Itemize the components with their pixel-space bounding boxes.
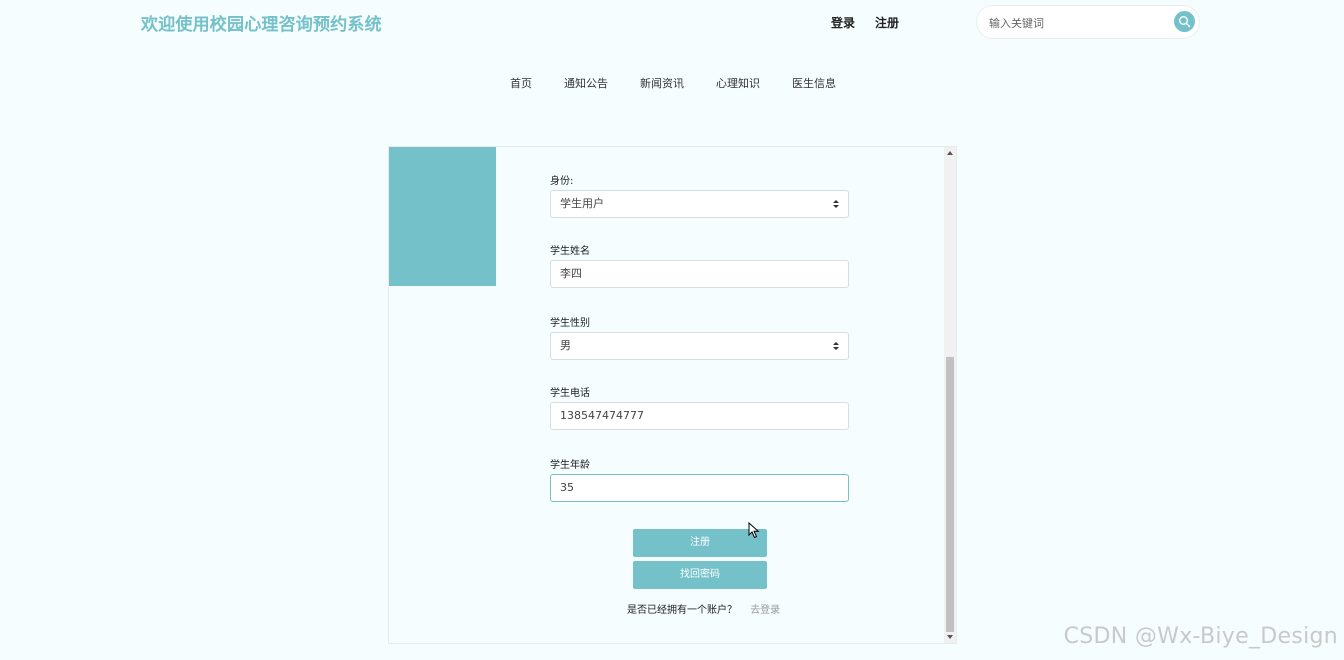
site-title: 欢迎使用校园心理咨询预约系统 <box>141 15 382 35</box>
identity-label: 身份: <box>550 176 574 187</box>
login-link[interactable]: 登录 <box>831 14 855 31</box>
register-form-panel: 身份: 学生用户 学生姓名 李四 学生性别 男 学生电话 13854747477… <box>388 146 957 644</box>
mouse-cursor-icon <box>748 522 760 539</box>
gender-select[interactable]: 男 <box>550 332 849 360</box>
name-input-value: 李四 <box>560 267 582 280</box>
nav-item-notices[interactable]: 通知公告 <box>564 75 608 91</box>
nav-item-news[interactable]: 新闻资讯 <box>640 75 684 91</box>
phone-input[interactable]: 138547474777 <box>550 402 849 430</box>
watermark: CSDN @Wx-Biye_Design <box>1063 624 1338 649</box>
go-login-link[interactable]: 去登录 <box>750 605 780 616</box>
scroll-down-arrow[interactable] <box>944 631 956 643</box>
name-label: 学生姓名 <box>550 246 590 257</box>
login-hint: 是否已经拥有一个账户？ 去登录 <box>627 601 780 616</box>
identity-select[interactable]: 学生用户 <box>550 190 849 218</box>
recover-password-button[interactable]: 找回密码 <box>633 561 767 589</box>
age-input-value: 35 <box>560 481 574 494</box>
search-icon <box>1179 16 1191 28</box>
search-input[interactable] <box>987 6 1171 40</box>
identity-select-value: 学生用户 <box>560 197 604 210</box>
search-button[interactable] <box>1174 11 1195 32</box>
search-box <box>976 5 1200 40</box>
register-button[interactable]: 注册 <box>633 529 767 557</box>
select-arrows-icon <box>833 200 839 209</box>
select-arrows-icon <box>833 342 839 351</box>
register-link[interactable]: 注册 <box>875 14 899 31</box>
age-label: 学生年龄 <box>550 460 590 471</box>
scrollbar-thumb[interactable] <box>946 357 954 632</box>
phone-label: 学生电话 <box>550 388 590 399</box>
nav-item-psych-knowledge[interactable]: 心理知识 <box>716 75 760 91</box>
scroll-up-arrow[interactable] <box>944 147 956 159</box>
main-nav: 首页 通知公告 新闻资讯 心理知识 医生信息 <box>510 75 836 91</box>
side-decoration-block <box>389 147 496 286</box>
nav-item-doctor-info[interactable]: 医生信息 <box>792 75 836 91</box>
login-question-text: 是否已经拥有一个账户？ <box>627 605 737 616</box>
age-input[interactable]: 35 <box>550 474 849 502</box>
gender-label: 学生性别 <box>550 318 590 329</box>
vertical-scrollbar[interactable] <box>944 147 956 643</box>
nav-item-home[interactable]: 首页 <box>510 75 532 91</box>
auth-links: 登录 注册 <box>831 14 899 31</box>
name-input[interactable]: 李四 <box>550 260 849 288</box>
phone-input-value: 138547474777 <box>560 409 644 422</box>
gender-select-value: 男 <box>560 339 571 352</box>
